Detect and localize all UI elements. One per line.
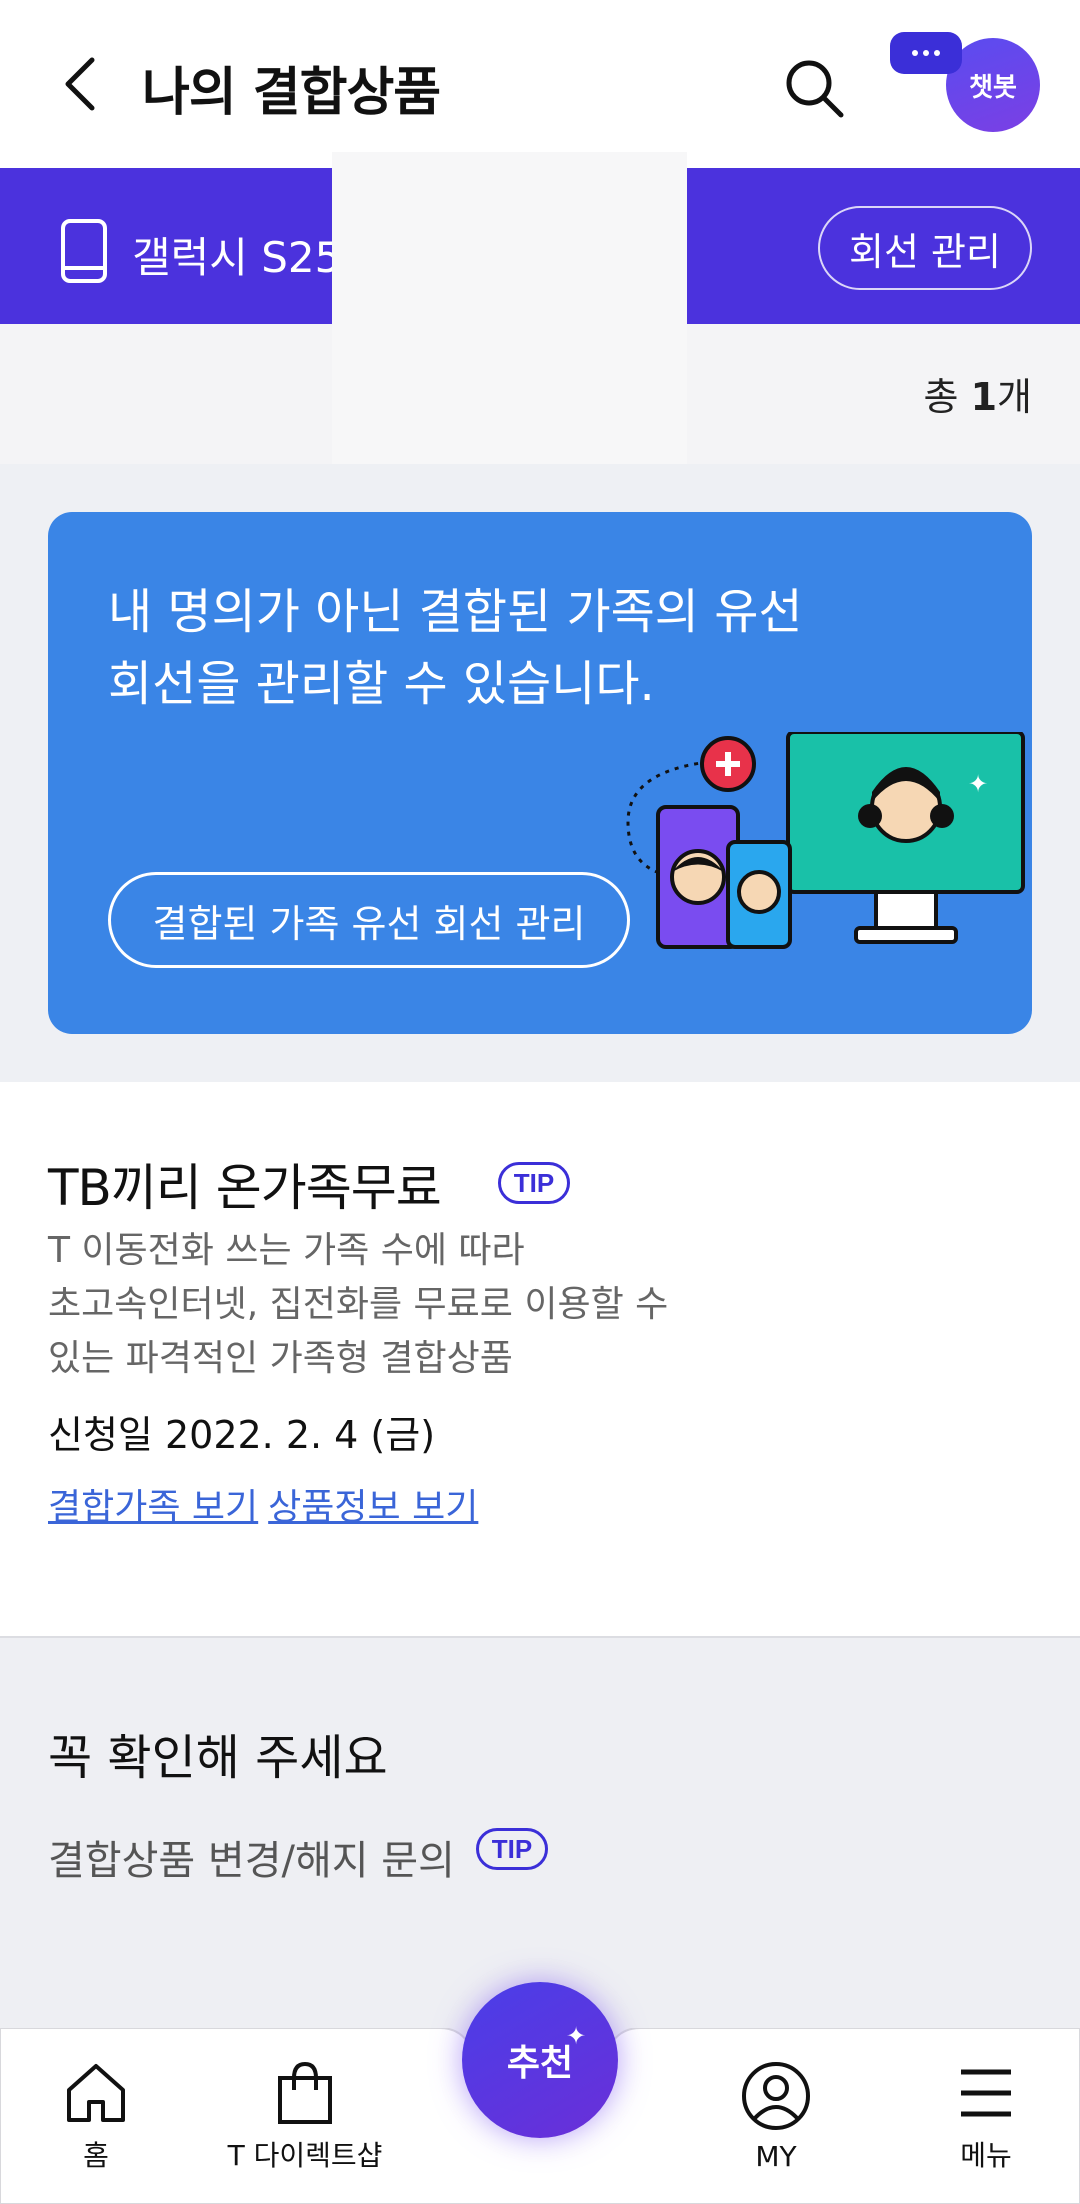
back-button[interactable] bbox=[40, 44, 120, 124]
tip-badge[interactable]: TIP bbox=[498, 1162, 570, 1204]
svg-text:✦: ✦ bbox=[968, 770, 988, 798]
nav-my[interactable]: MY bbox=[696, 2060, 856, 2190]
product-title: TB끼리 온가족무료 bbox=[48, 1159, 442, 1217]
recommend-button[interactable]: 추천 ✦ bbox=[462, 1982, 618, 2138]
nav-menu[interactable]: 메뉴 bbox=[906, 2060, 1066, 2190]
device-name[interactable]: 갤럭시 S25 bbox=[132, 224, 341, 285]
tip-badge[interactable]: TIP bbox=[476, 1828, 548, 1870]
shopping-bag-icon bbox=[278, 2061, 332, 2124]
nav-home[interactable]: 홈 bbox=[16, 2060, 176, 2190]
chatbot-button[interactable]: 챗봇 bbox=[886, 30, 1046, 140]
change-cancel-inquiry[interactable]: 결합상품 변경/해지 문의 bbox=[48, 1828, 455, 1886]
product-count: 총 1개 bbox=[923, 375, 1032, 419]
family-view-link[interactable]: 결합가족 보기 bbox=[48, 1487, 258, 1528]
product-info-link[interactable]: 상품정보 보기 bbox=[268, 1487, 478, 1528]
family-wired-manage-button[interactable]: 결합된 가족 유선 회선 관리 bbox=[108, 872, 630, 968]
app-header: 나의 결합상품 챗봇 bbox=[0, 0, 1080, 168]
user-icon bbox=[742, 2062, 810, 2130]
home-icon bbox=[67, 2064, 125, 2122]
product-description: T 이동전화 쓰는 가족 수에 따라 초고속인터넷, 집전화를 무료로 이용할 … bbox=[48, 1230, 669, 1379]
family-wired-banner: 내 명의가 아닌 결합된 가족의 유선 회선을 관리할 수 있습니다. 결합된 … bbox=[48, 512, 1032, 1034]
product-card: TB끼리 온가족무료 TIP T 이동전화 쓰는 가족 수에 따라 초고속인터넷… bbox=[0, 1082, 1080, 1636]
search-icon bbox=[786, 60, 844, 118]
nav-direct-shop[interactable]: T 다이렉트샵 bbox=[225, 2060, 385, 2190]
application-date: 신청일 2022. 2. 4 (금) bbox=[48, 1413, 436, 1457]
family-devices-illustration: ✦ bbox=[626, 732, 1025, 949]
sparkle-icon: ✦ bbox=[566, 2022, 587, 2050]
page-title: 나의 결합상품 bbox=[142, 63, 441, 123]
chevron-left-icon bbox=[65, 57, 95, 111]
search-button[interactable] bbox=[770, 44, 860, 134]
banner-text: 내 명의가 아닌 결합된 가족의 유선 회선을 관리할 수 있습니다. bbox=[108, 584, 803, 712]
menu-icon bbox=[961, 2069, 1011, 2117]
chat-bubble-icon bbox=[890, 32, 962, 74]
redacted-block bbox=[332, 152, 687, 508]
product-links: 결합가족 보기 상품정보 보기 bbox=[48, 1478, 488, 1530]
banner-section: 내 명의가 아닌 결합된 가족의 유선 회선을 관리할 수 있습니다. 결합된 … bbox=[0, 464, 1080, 1082]
smartphone-icon bbox=[61, 219, 107, 283]
notice-title: 꼭 확인해 주세요 bbox=[48, 1730, 388, 1786]
line-manage-button[interactable]: 회선 관리 bbox=[818, 206, 1032, 290]
